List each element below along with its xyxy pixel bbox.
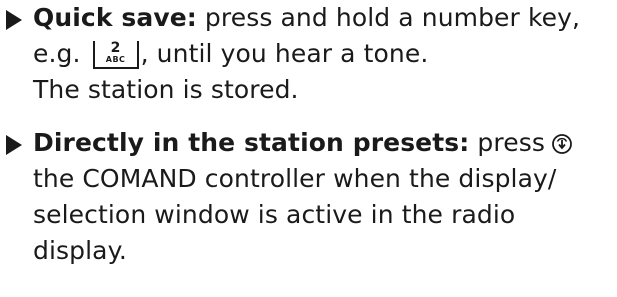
- instruction-line: selection window is active in the radio: [33, 197, 515, 233]
- instruction-lead: Directly in the station presets:: [33, 128, 470, 157]
- instruction-line: e.g. 2 ABC, until you hear a tone.: [33, 36, 428, 72]
- instruction-line: Quick save: press and hold a number key,: [33, 0, 580, 36]
- instruction-text: press: [469, 128, 545, 157]
- instruction-line: The station is stored.: [33, 72, 299, 108]
- key-number: 2: [110, 40, 121, 56]
- instruction-text: press and hold a number key,: [196, 3, 581, 32]
- number-key-2-icon: 2 ABC: [92, 40, 139, 69]
- instruction-line: display.: [33, 233, 127, 269]
- instruction-text: e.g.: [33, 39, 89, 68]
- instruction-line: the COMAND controller when the display/: [33, 161, 556, 197]
- instruction-text: display.: [33, 236, 127, 265]
- key-letters: ABC: [105, 55, 126, 64]
- bullet-triangle-icon: [6, 10, 22, 30]
- instruction-text: , until you hear a tone.: [140, 39, 429, 68]
- instruction-document: Quick save: press and hold a number key,…: [0, 0, 617, 297]
- bullet-triangle-icon: [6, 135, 22, 155]
- instruction-lead: Quick save:: [33, 3, 197, 32]
- instruction-text: the COMAND controller when the display/: [33, 164, 557, 193]
- controller-press-icon: [551, 129, 573, 165]
- instruction-text: selection window is active in the radio: [33, 200, 516, 229]
- instruction-text: The station is stored.: [33, 75, 299, 104]
- instruction-line: Directly in the station presets: press: [33, 125, 573, 165]
